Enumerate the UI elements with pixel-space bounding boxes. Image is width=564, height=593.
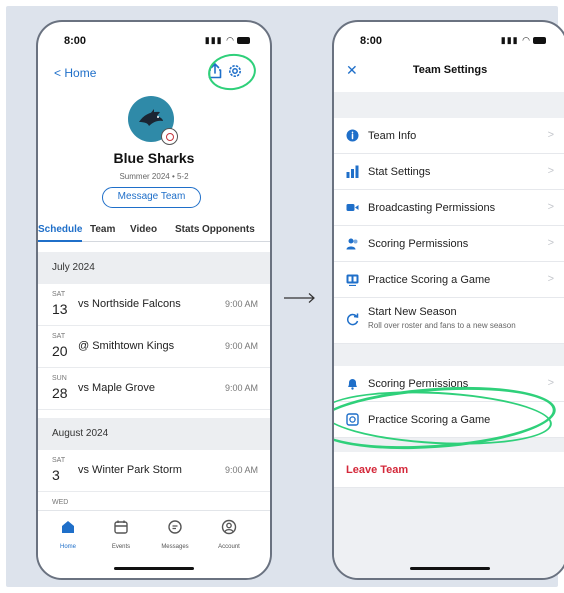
tabbar-label: Messages: [161, 544, 189, 550]
status-time: 8:00: [64, 35, 87, 47]
team-settings-phone: 8:00 ▮▮▮ ◠ ✕ Team Settings Team Info > S…: [332, 20, 564, 580]
event-opponent: vs Northside Falcons: [78, 298, 181, 310]
tab-team[interactable]: Team: [90, 224, 115, 235]
team-avatar: [128, 96, 178, 145]
account-icon: [221, 519, 237, 535]
settings-item-start-new-season[interactable]: Start New Season Roll over roster and fa…: [334, 298, 564, 344]
chevron-right-icon: >: [547, 129, 554, 141]
home-indicator: [114, 567, 194, 570]
back-button[interactable]: < Home: [54, 66, 96, 80]
event-weekday: SAT: [52, 457, 66, 464]
tabbar-label: Account: [218, 544, 240, 550]
event-opponent: vs Maple Grove: [78, 382, 156, 394]
event-date: 20: [52, 343, 68, 359]
team-tabs: Schedule Team Video Stats Opponents: [38, 220, 270, 242]
message-team-button[interactable]: Message Team: [102, 187, 201, 208]
team-page-phone: 8:00 ▮▮▮ ◠ < Home Blue Sharks Summer 202…: [36, 20, 272, 580]
signal-wifi-battery-icon: ▮▮▮ ◠: [205, 35, 250, 46]
settings-item-description: Roll over roster and fans to a new seaso…: [368, 321, 516, 330]
tab-stats[interactable]: Stats: [175, 224, 199, 235]
settings-item-stat-settings[interactable]: Stat Settings >: [334, 154, 564, 190]
team-name: Blue Sharks: [113, 150, 195, 166]
event-row[interactable]: SUN 28 vs Maple Grove 9:00 AM: [38, 368, 270, 410]
active-tab-indicator: [38, 240, 82, 242]
bell-icon: [348, 379, 357, 390]
page-background: [334, 488, 564, 578]
status-bar: 8:00 ▮▮▮ ◠: [38, 22, 270, 52]
event-time: 9:00 AM: [224, 299, 258, 309]
bottom-tab-bar: Home Events Messages Account: [38, 510, 270, 578]
settings-item-broadcasting[interactable]: Broadcasting Permissions >: [334, 190, 564, 226]
settings-item-label: Start New Season: [368, 306, 457, 318]
event-time: 9:00 AM: [224, 383, 258, 393]
chevron-right-icon: >: [547, 165, 554, 177]
chevron-right-icon: >: [547, 201, 554, 213]
event-row[interactable]: SAT 20 @ Smithtown Kings 9:00 AM: [38, 326, 270, 368]
event-opponent: @ Smithtown Kings: [78, 340, 175, 352]
chevron-left-icon: <: [54, 66, 62, 80]
tabbar-label: Home: [59, 544, 76, 550]
highlight-circle: [205, 50, 259, 94]
back-label: Home: [64, 66, 97, 80]
chevron-right-icon: >: [547, 237, 554, 249]
settings-item-label: Practice Scoring a Game: [368, 274, 491, 286]
tab-schedule[interactable]: Schedule: [38, 224, 82, 235]
home-icon: [62, 521, 74, 533]
leave-team-row[interactable]: Leave Team: [334, 452, 564, 488]
event-time: 9:00 AM: [224, 465, 258, 475]
settings-item-label: Scoring Permissions: [368, 238, 469, 250]
event-date: 3: [52, 467, 60, 483]
stats-bars-icon: [346, 165, 359, 178]
status-time: 8:00: [360, 35, 383, 47]
settings-item-scoring-permissions[interactable]: Scoring Permissions >: [334, 226, 564, 262]
event-row[interactable]: SAT 3 vs Winter Park Storm 9:00 AM: [38, 450, 270, 492]
tabbar-account[interactable]: Account: [204, 519, 254, 550]
refresh-icon: [346, 313, 359, 326]
status-bar: 8:00 ▮▮▮ ◠: [334, 22, 564, 52]
shark-logo-icon: [139, 109, 163, 126]
settings-item-team-info[interactable]: Team Info >: [334, 118, 564, 154]
event-weekday: SAT: [52, 333, 66, 340]
people-icon: [346, 238, 358, 250]
event-date: 13: [52, 301, 68, 317]
info-icon: [346, 129, 359, 142]
leave-team-button[interactable]: Leave Team: [346, 464, 408, 476]
team-season: Summer 2024 • 5-2: [119, 172, 189, 181]
tabbar-messages[interactable]: Messages: [150, 519, 200, 550]
home-indicator: [410, 567, 490, 570]
calendar-icon: [114, 520, 128, 534]
tab-opponents[interactable]: Opponents: [202, 224, 255, 235]
chevron-right-icon: >: [547, 273, 554, 285]
tabbar-home[interactable]: Home: [43, 519, 93, 550]
settings-item-label: Stat Settings: [368, 166, 431, 178]
month-header: August 2024: [38, 418, 270, 450]
baseball-badge-icon: [161, 128, 178, 145]
tab-video[interactable]: Video: [130, 224, 157, 235]
month-header: July 2024: [38, 252, 270, 284]
event-opponent: vs Winter Park Storm: [78, 464, 182, 476]
video-camera-icon: [346, 204, 359, 211]
section-spacer: [334, 344, 564, 366]
event-weekday: WED: [52, 499, 69, 506]
tabbar-events[interactable]: Events: [96, 519, 146, 550]
scoreboard-icon: [346, 274, 359, 286]
chat-bubble-icon: [168, 520, 182, 534]
event-row[interactable]: SAT 13 vs Northside Falcons 9:00 AM: [38, 284, 270, 326]
event-weekday: SUN: [52, 375, 67, 382]
event-time: 9:00 AM: [224, 341, 258, 351]
tabbar-label: Events: [111, 544, 131, 550]
chevron-right-icon: >: [547, 377, 554, 389]
arrow-right-icon: [284, 293, 315, 303]
event-date: 28: [52, 385, 68, 401]
section-spacer: [334, 92, 564, 118]
page-title: Team Settings: [412, 64, 488, 76]
event-weekday: SAT: [52, 291, 66, 298]
settings-item-label: Team Info: [368, 130, 417, 142]
settings-item-practice-scoring[interactable]: Practice Scoring a Game >: [334, 262, 564, 298]
signal-wifi-battery-icon: ▮▮▮ ◠: [501, 35, 546, 46]
settings-item-label: Broadcasting Permissions: [368, 202, 496, 214]
